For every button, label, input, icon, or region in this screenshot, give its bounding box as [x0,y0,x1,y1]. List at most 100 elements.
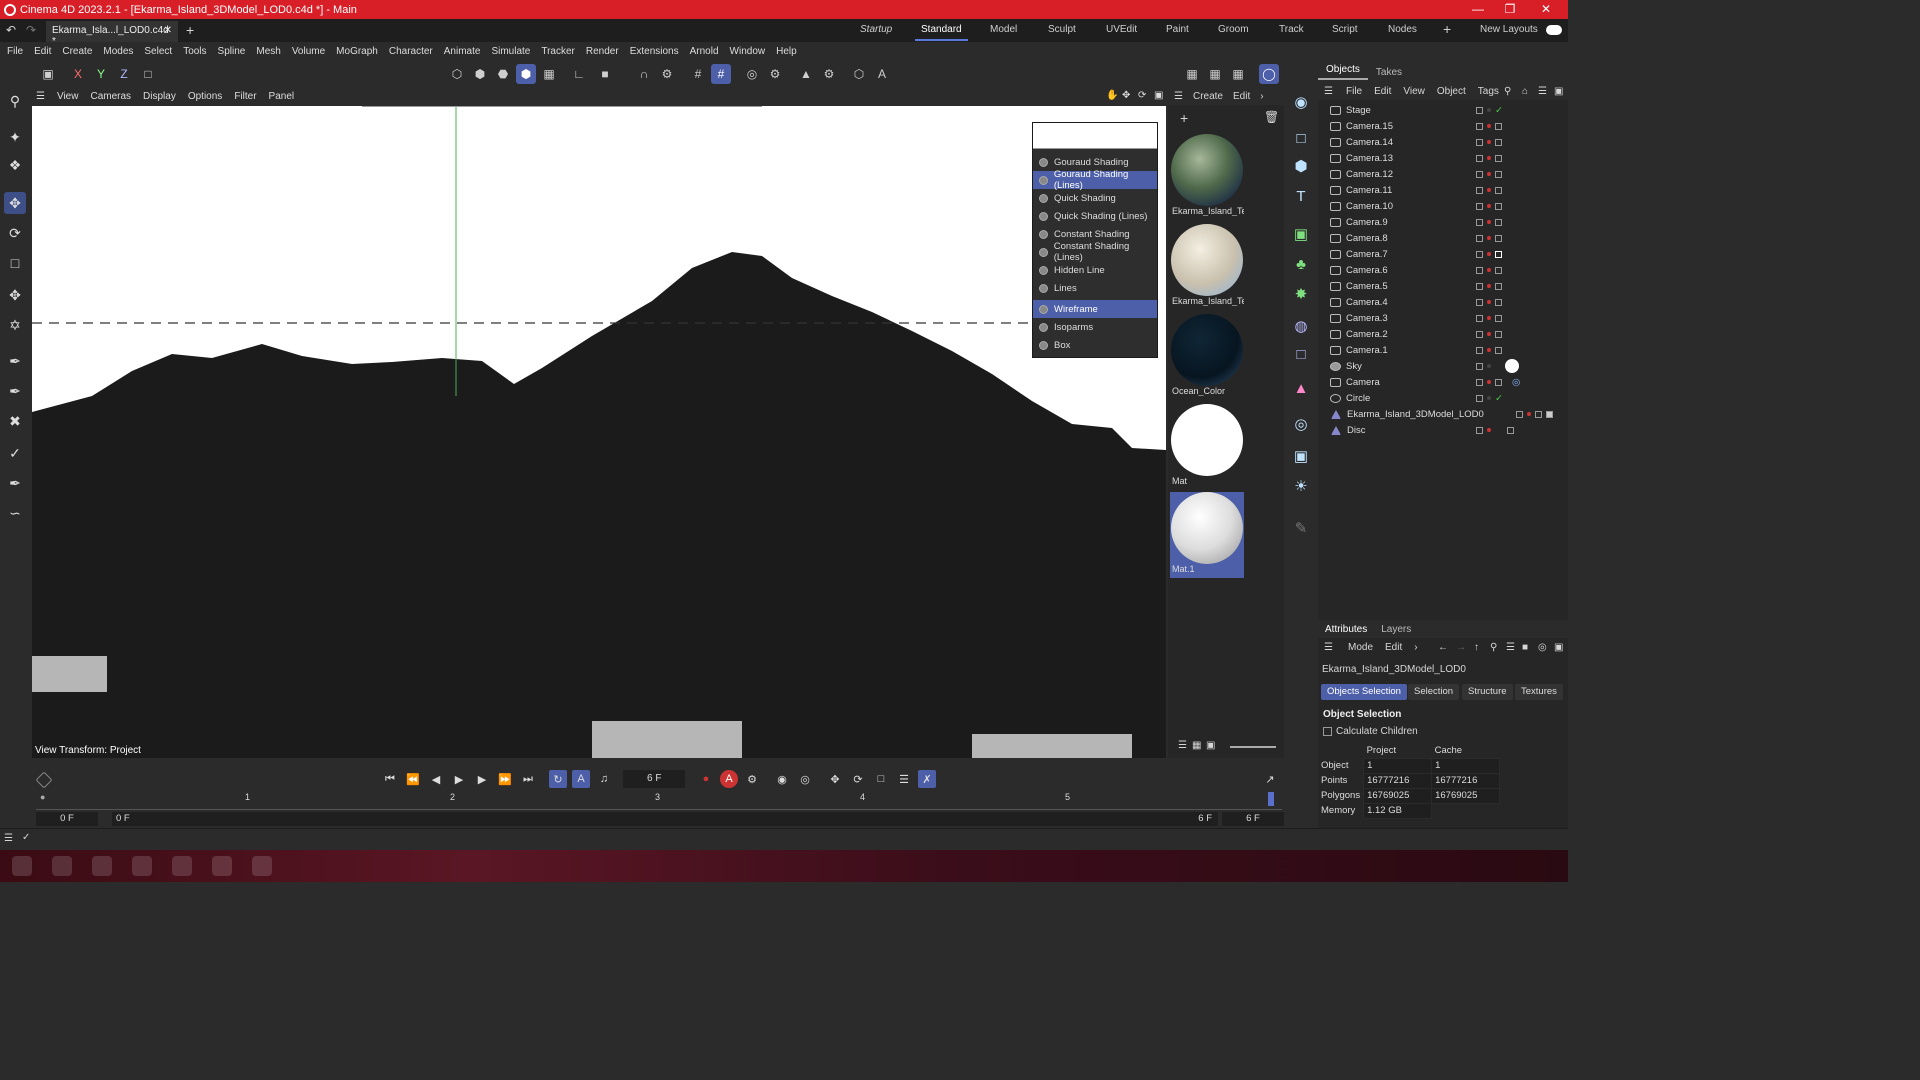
material-menu-create[interactable]: Create [1193,91,1223,102]
layout-standard[interactable]: Standard [915,24,968,41]
rotation-key-icon[interactable]: ⟳ [849,770,867,788]
material-mat-1[interactable]: Mat.1 [1170,492,1244,578]
close-tab-icon[interactable]: ✕ [164,25,172,36]
object-row[interactable]: Camera.2 [1318,326,1568,342]
menu-mograph[interactable]: MoGraph [336,46,378,57]
record-icon[interactable]: ● [697,770,715,788]
taskbar-app-icon[interactable] [172,856,192,876]
generator-icon[interactable]: ▣ [1289,222,1313,246]
up-arrow-icon[interactable]: ↑ [1474,642,1479,653]
viewport-menu-display[interactable]: Display [143,91,176,102]
material-ekarma-1[interactable]: Ekarma_Island_Te [1170,134,1244,220]
param-key-icon[interactable]: ☰ [895,770,913,788]
undo-icon[interactable]: ↶ [6,23,16,37]
object-flags[interactable] [1476,202,1502,210]
object-row[interactable]: Camera.1 [1318,342,1568,358]
viewport-render-icon[interactable]: ◯ [1259,64,1279,84]
subtab-selection[interactable]: Selection [1408,684,1460,700]
tab-takes[interactable]: Takes [1368,67,1410,78]
shading-quick-lines[interactable]: Quick Shading (Lines) [1033,207,1157,225]
shading-box[interactable]: Box [1033,336,1157,354]
workplane-icon[interactable]: # [711,64,731,84]
object-row[interactable]: Disc [1318,422,1568,438]
render-region-icon[interactable]: ▦ [1182,64,1202,84]
timeline-ruler[interactable]: ● 1 2 3 4 5 [36,790,1282,810]
menu-character[interactable]: Character [389,46,433,57]
back-arrow-icon[interactable]: ← [1438,642,1448,653]
menu-arnold[interactable]: Arnold [690,46,719,57]
viewport-hamburger-icon[interactable]: ☰ [36,91,45,102]
layout-sculpt[interactable]: Sculpt [1048,24,1076,35]
spline-sketch-icon[interactable]: ✒ [4,380,26,402]
menu-render[interactable]: Render [586,46,619,57]
coordinate-tool-icon[interactable]: ✡ [4,314,26,336]
material-hamburger-icon[interactable]: ☰ [1174,91,1183,102]
object-row[interactable]: Camera.12 [1318,166,1568,182]
symmetry-settings-icon[interactable]: ⚙ [819,64,839,84]
object-row[interactable]: Camera.4 [1318,294,1568,310]
menu-spline[interactable]: Spline [218,46,246,57]
layout-script[interactable]: Script [1332,24,1358,35]
knife-tool-icon[interactable]: ✖ [4,410,26,432]
sound-icon[interactable]: ♫ [595,770,613,788]
scale-tool-icon[interactable]: □ [4,252,26,274]
viewport-menu-filter[interactable]: Filter [234,91,256,102]
object-flags[interactable] [1516,410,1553,418]
object-flags[interactable]: ✓ [1476,105,1503,116]
object-flags[interactable] [1476,218,1502,226]
layout-track[interactable]: Track [1279,24,1304,35]
render-queue-icon[interactable]: ▦ [1228,64,1248,84]
menu-file[interactable]: File [7,46,23,57]
object-row[interactable]: Camera.3 [1318,310,1568,326]
edges-mode-icon[interactable]: ⬢ [470,64,490,84]
render-view-icon[interactable]: ⬡ [849,64,869,84]
layout-uvedit[interactable]: UVEdit [1106,24,1137,35]
axis-x-button[interactable]: X [68,64,88,84]
uv-mode-icon[interactable]: ▦ [539,64,559,84]
brush-tool-icon[interactable]: ✓ [4,442,26,464]
object-flags[interactable] [1476,266,1502,274]
current-frame-field[interactable]: 6 F [623,770,685,788]
axis-modify-icon[interactable]: ∟ [569,64,589,84]
layout-startup[interactable]: Startup [860,24,892,35]
object-row[interactable]: Camera ◎ [1318,374,1568,390]
new-layouts-label[interactable]: New Layouts [1480,24,1538,35]
object-flags[interactable] [1476,170,1502,178]
object-flags[interactable] [1476,138,1502,146]
loop-icon[interactable]: ↻ [549,770,567,788]
object-row[interactable]: Stage ✓ [1318,102,1568,118]
pla-key-icon[interactable]: ✗ [918,770,936,788]
object-flags[interactable] [1476,282,1502,290]
layout-nodes[interactable]: Nodes [1388,24,1417,35]
menu-mesh[interactable]: Mesh [256,46,280,57]
shading-isoparms[interactable]: Isoparms [1033,318,1157,336]
scene-icon[interactable]: ▲ [1289,376,1313,400]
material-menu-more-icon[interactable]: › [1260,91,1263,102]
obj-home-icon[interactable]: ⌂ [1522,86,1528,97]
model-mode-icon[interactable]: ⬢ [516,64,536,84]
attr-search-icon[interactable]: ⚲ [1490,642,1497,653]
layout-paint[interactable]: Paint [1166,24,1189,35]
obj-menu-file[interactable]: File [1346,86,1362,97]
autokey-icon[interactable]: A [720,770,738,788]
menu-modes[interactable]: Modes [103,46,133,57]
object-hamburger-icon[interactable]: ☰ [1324,86,1333,97]
taskbar-app-icon[interactable] [52,856,72,876]
layout-model[interactable]: Model [990,24,1017,35]
material-menu-edit[interactable]: Edit [1233,91,1250,102]
position-key-icon[interactable]: ✥ [826,770,844,788]
object-row[interactable]: Camera.10 [1318,198,1568,214]
menu-extensions[interactable]: Extensions [630,46,679,57]
attr-hamburger-icon[interactable]: ☰ [1324,642,1333,653]
grid-icon[interactable]: # [688,64,708,84]
obj-menu-tags[interactable]: Tags [1478,86,1499,97]
primitive-icon[interactable]: ⬢ [1289,154,1313,178]
field-icon[interactable]: □ [1289,342,1313,366]
list-view-icon[interactable]: ☰ [1178,740,1187,751]
3d-viewport[interactable]: View Transform: Project [32,106,1166,758]
viewport-solo-icon[interactable]: ▣ [38,64,58,84]
move-tool-icon[interactable]: ✥ [4,192,26,214]
start-frame-field[interactable]: 0 F [36,812,98,826]
points-mode-icon[interactable]: ⬡ [447,64,467,84]
text-object-icon[interactable]: T [1289,184,1313,208]
